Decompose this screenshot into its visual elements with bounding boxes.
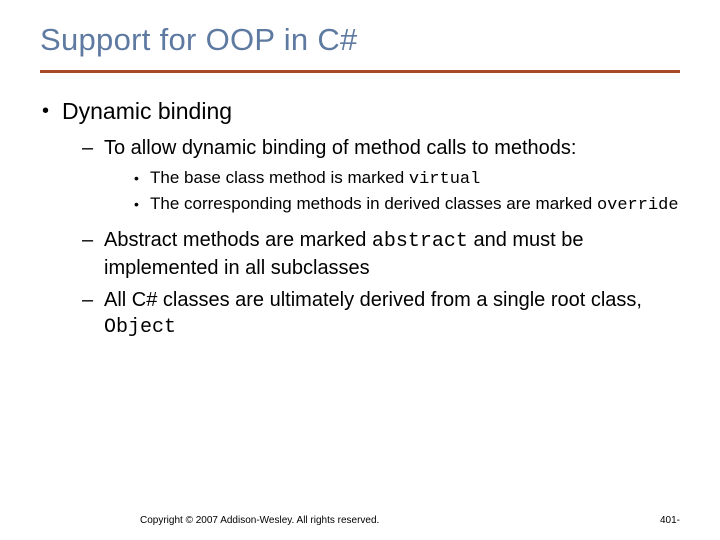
bullet-text: To allow dynamic binding of method calls… — [104, 135, 680, 161]
bullet-dash-icon: – — [82, 135, 104, 161]
bullet-dash-icon: – — [82, 227, 104, 281]
bullet-level2: – All C# classes are ultimately derived … — [40, 287, 680, 341]
text-fragment: All C# classes are ultimately derived fr… — [104, 289, 642, 311]
bullet-dash-icon: – — [82, 287, 104, 341]
page-number: 401- — [660, 515, 680, 526]
code-keyword: virtual — [409, 170, 480, 189]
bullet-text: Abstract methods are marked abstract and… — [104, 227, 680, 281]
bullet-text: The base class method is marked virtual — [150, 167, 680, 191]
text-fragment: The corresponding methods in derived cla… — [150, 194, 597, 213]
slide-title: Support for OOP in C# — [40, 22, 680, 58]
code-keyword: Object — [104, 316, 176, 339]
code-keyword: abstract — [372, 230, 468, 253]
spacer — [40, 219, 680, 227]
bullet-level3: • The base class method is marked virtua… — [40, 167, 680, 191]
bullet-dot-icon: • — [134, 193, 150, 217]
bullet-level3: • The corresponding methods in derived c… — [40, 193, 680, 217]
text-fragment: The base class method is marked — [150, 168, 409, 187]
copyright-text: Copyright © 2007 Addison-Wesley. All rig… — [140, 515, 379, 526]
bullet-dot-icon: • — [134, 167, 150, 191]
bullet-level2: – To allow dynamic binding of method cal… — [40, 135, 680, 161]
bullet-text: All C# classes are ultimately derived fr… — [104, 287, 680, 341]
text-fragment: Abstract methods are marked — [104, 229, 372, 251]
code-keyword: override — [597, 196, 679, 215]
bullet-level1: • Dynamic binding — [40, 97, 680, 125]
bullet-text: Dynamic binding — [62, 97, 680, 125]
title-divider — [40, 70, 680, 73]
bullet-dot-icon: • — [42, 97, 62, 125]
slide-footer: Copyright © 2007 Addison-Wesley. All rig… — [0, 515, 720, 526]
bullet-level2: – Abstract methods are marked abstract a… — [40, 227, 680, 281]
bullet-text: The corresponding methods in derived cla… — [150, 193, 680, 217]
slide-body: Support for OOP in C# • Dynamic binding … — [0, 0, 720, 341]
